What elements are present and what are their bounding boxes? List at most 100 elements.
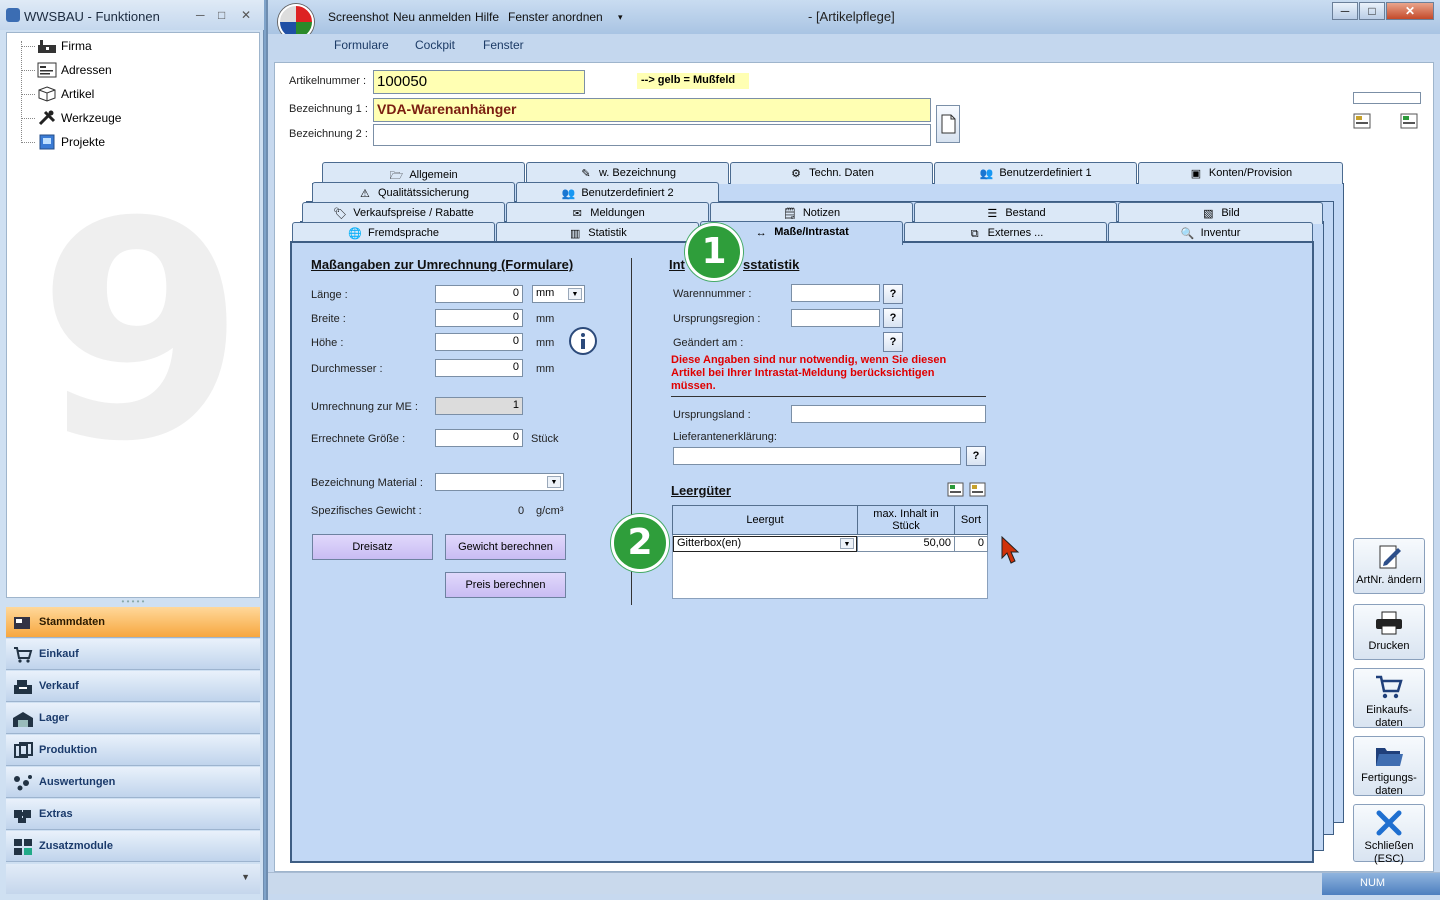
lieferantenerklaerung-field[interactable] (673, 447, 961, 465)
tab-konten-provision[interactable]: ▣ Konten/Provision (1138, 162, 1343, 184)
gewicht-berechnen-button[interactable]: Gewicht berechnen (445, 534, 566, 560)
nav-einkauf[interactable]: Einkauf (6, 639, 260, 670)
schliessen-button[interactable]: Schließen (ESC) (1353, 804, 1425, 865)
maximize-icon[interactable]: □ (218, 8, 225, 22)
ursprungsregion-help-button[interactable]: ? (883, 308, 903, 328)
nav-zusatzmodule[interactable]: Zusatzmodule (6, 831, 260, 862)
quick-access-dropdown-icon[interactable]: ▾ (618, 12, 623, 23)
material-select[interactable]: ▼ (435, 473, 564, 491)
copy-text-button[interactable] (936, 105, 960, 143)
chevron-down-icon[interactable]: ▼ (568, 288, 582, 300)
tree-item-adressen[interactable]: Adressen (21, 59, 241, 81)
leergut-row-sort[interactable]: 0 (954, 536, 988, 552)
tab-w-bezeichnung[interactable]: ✎ w. Bezeichnung (526, 162, 729, 184)
menu-screenshot[interactable]: Screenshot (328, 10, 389, 24)
tab-meldungen[interactable]: ✉ Meldungen (506, 202, 709, 224)
leergueter-title: Leergüter (671, 483, 731, 498)
tools-icon (38, 110, 56, 126)
add-entry-icon[interactable] (1400, 112, 1420, 130)
nav-produktion[interactable]: Produktion (6, 735, 260, 766)
chevron-down-icon[interactable]: ▼ (840, 538, 854, 549)
menu-neu-anmelden[interactable]: Neu anmelden (393, 10, 471, 24)
umrechnung-field: 1 (435, 397, 523, 415)
artnr-aendern-button[interactable]: ArtNr. ändern (1353, 538, 1425, 594)
umrechnung-label: Umrechnung zur ME : (311, 401, 418, 413)
column-header-leergut[interactable]: Leergut (672, 505, 858, 535)
nav-stammdaten[interactable]: Stammdaten (6, 607, 260, 638)
edit-document-icon (1379, 545, 1401, 569)
chevron-down-icon[interactable]: ▼ (547, 476, 561, 488)
ribbon-tab-fenster[interactable]: Fenster (483, 38, 524, 52)
hoehe-field[interactable]: 0 (435, 333, 523, 351)
info-icon[interactable] (568, 326, 598, 356)
menu-hilfe[interactable]: Hilfe (475, 10, 499, 24)
window-caption: - [Artikelpflege] (808, 9, 895, 24)
bezeichnung2-field[interactable] (373, 124, 931, 146)
artikelnummer-field[interactable]: 100050 (373, 70, 585, 94)
breite-field[interactable]: 0 (435, 309, 523, 327)
image-icon: ▧ (1203, 208, 1214, 220)
maximize-button[interactable]: □ (1359, 2, 1385, 20)
einkaufsdaten-button[interactable]: Einkaufs-daten (1353, 668, 1425, 729)
remove-leergut-icon[interactable] (969, 482, 987, 498)
durchmesser-field[interactable]: 0 (435, 359, 523, 377)
nav-lager[interactable]: Lager (6, 703, 260, 734)
laenge-field[interactable]: 0 (435, 285, 523, 303)
inventory-icon: 🔍 (1180, 228, 1195, 240)
function-tree: 9 Firma Adressen Artikel Werkzeuge Proje… (6, 32, 260, 598)
drucken-button[interactable]: Drucken (1353, 604, 1425, 660)
menu-fenster-anordnen[interactable]: Fenster anordnen (508, 10, 603, 24)
geaendert-help-button[interactable]: ? (883, 332, 903, 352)
functions-title: WWSBAU - Funktionen (24, 9, 160, 24)
top-right-field[interactable] (1353, 92, 1421, 104)
tab-bild[interactable]: ▧ Bild (1118, 202, 1323, 224)
puzzle-icon (14, 810, 31, 823)
warehouse-icon (13, 712, 33, 727)
errechnete-field[interactable]: 0 (435, 429, 523, 447)
column-header-sort[interactable]: Sort (954, 505, 988, 535)
tree-item-projekte[interactable]: Projekte (21, 131, 241, 153)
bezeichnung1-field[interactable]: VDA-Warenanhänger (373, 98, 931, 122)
address-card-icon (37, 62, 57, 78)
ursprungsland-field[interactable] (791, 405, 986, 423)
tab-techn-daten[interactable]: ⚙ Techn. Daten (730, 162, 933, 184)
nav-verkauf[interactable]: Verkauf (6, 671, 260, 702)
minimize-button[interactable]: ─ (1332, 2, 1358, 20)
nav-auswertungen[interactable]: Auswertungen (6, 767, 260, 798)
warennummer-help-button[interactable]: ? (883, 284, 903, 304)
warennummer-field[interactable] (791, 284, 880, 302)
tree-item-firma[interactable]: Firma (21, 35, 241, 57)
tab-benutzerdefiniert-2[interactable]: 👥 Benutzerdefiniert 2 (516, 182, 719, 204)
leergut-row-max-inhalt[interactable]: 50,00 (857, 536, 955, 552)
box-icon (38, 86, 56, 102)
tab-qualitaetssicherung[interactable]: ⚠ Qualitätssicherung (312, 182, 515, 204)
dreisatz-button[interactable]: Dreisatz (312, 534, 433, 560)
tab-bestand[interactable]: ☰ Bestand (914, 202, 1117, 224)
tab-verkaufspreise[interactable]: 🏷 Verkaufspreise / Rabatte (302, 202, 505, 224)
nav-extras[interactable]: Extras (6, 799, 260, 830)
fertigungsdaten-button[interactable]: Fertigungs-daten (1353, 736, 1425, 797)
tab-benutzerdefiniert-1[interactable]: 👥 Benutzerdefiniert 1 (934, 162, 1137, 184)
column-header-max-inhalt[interactable]: max. Inhalt in Stück (857, 505, 955, 535)
add-leergut-icon[interactable] (947, 482, 965, 498)
nav-overflow-chevron-icon[interactable]: ▼ (6, 864, 260, 894)
lieferantenerklaerung-help-button[interactable]: ? (966, 446, 986, 466)
unit-select[interactable]: mm ▼ (532, 285, 585, 303)
hoehe-unit: mm (536, 337, 555, 349)
splitter-handle[interactable]: • • • • • (6, 598, 260, 606)
ribbon-tab-cockpit[interactable]: Cockpit (415, 38, 455, 52)
envelope-icon: ✉ (572, 208, 582, 220)
minimize-icon[interactable]: ─ (196, 8, 205, 22)
preis-berechnen-button[interactable]: Preis berechnen (445, 572, 566, 598)
remove-entry-icon[interactable] (1353, 112, 1373, 130)
close-icon[interactable]: ✕ (241, 8, 251, 22)
laenge-label: Länge : (311, 289, 348, 301)
tree-item-werkzeuge[interactable]: Werkzeuge (21, 107, 241, 129)
close-button[interactable]: ✕ (1386, 2, 1434, 20)
breite-unit: mm (536, 313, 555, 325)
leergut-row-select[interactable]: Gitterbox(en) ▼ (673, 536, 857, 552)
tab-allgemein[interactable]: 🗁 Allgemein (322, 162, 525, 184)
ribbon-tab-formulare[interactable]: Formulare (334, 38, 389, 52)
ursprungsregion-field[interactable] (791, 309, 880, 327)
tree-item-artikel[interactable]: Artikel (21, 83, 241, 105)
